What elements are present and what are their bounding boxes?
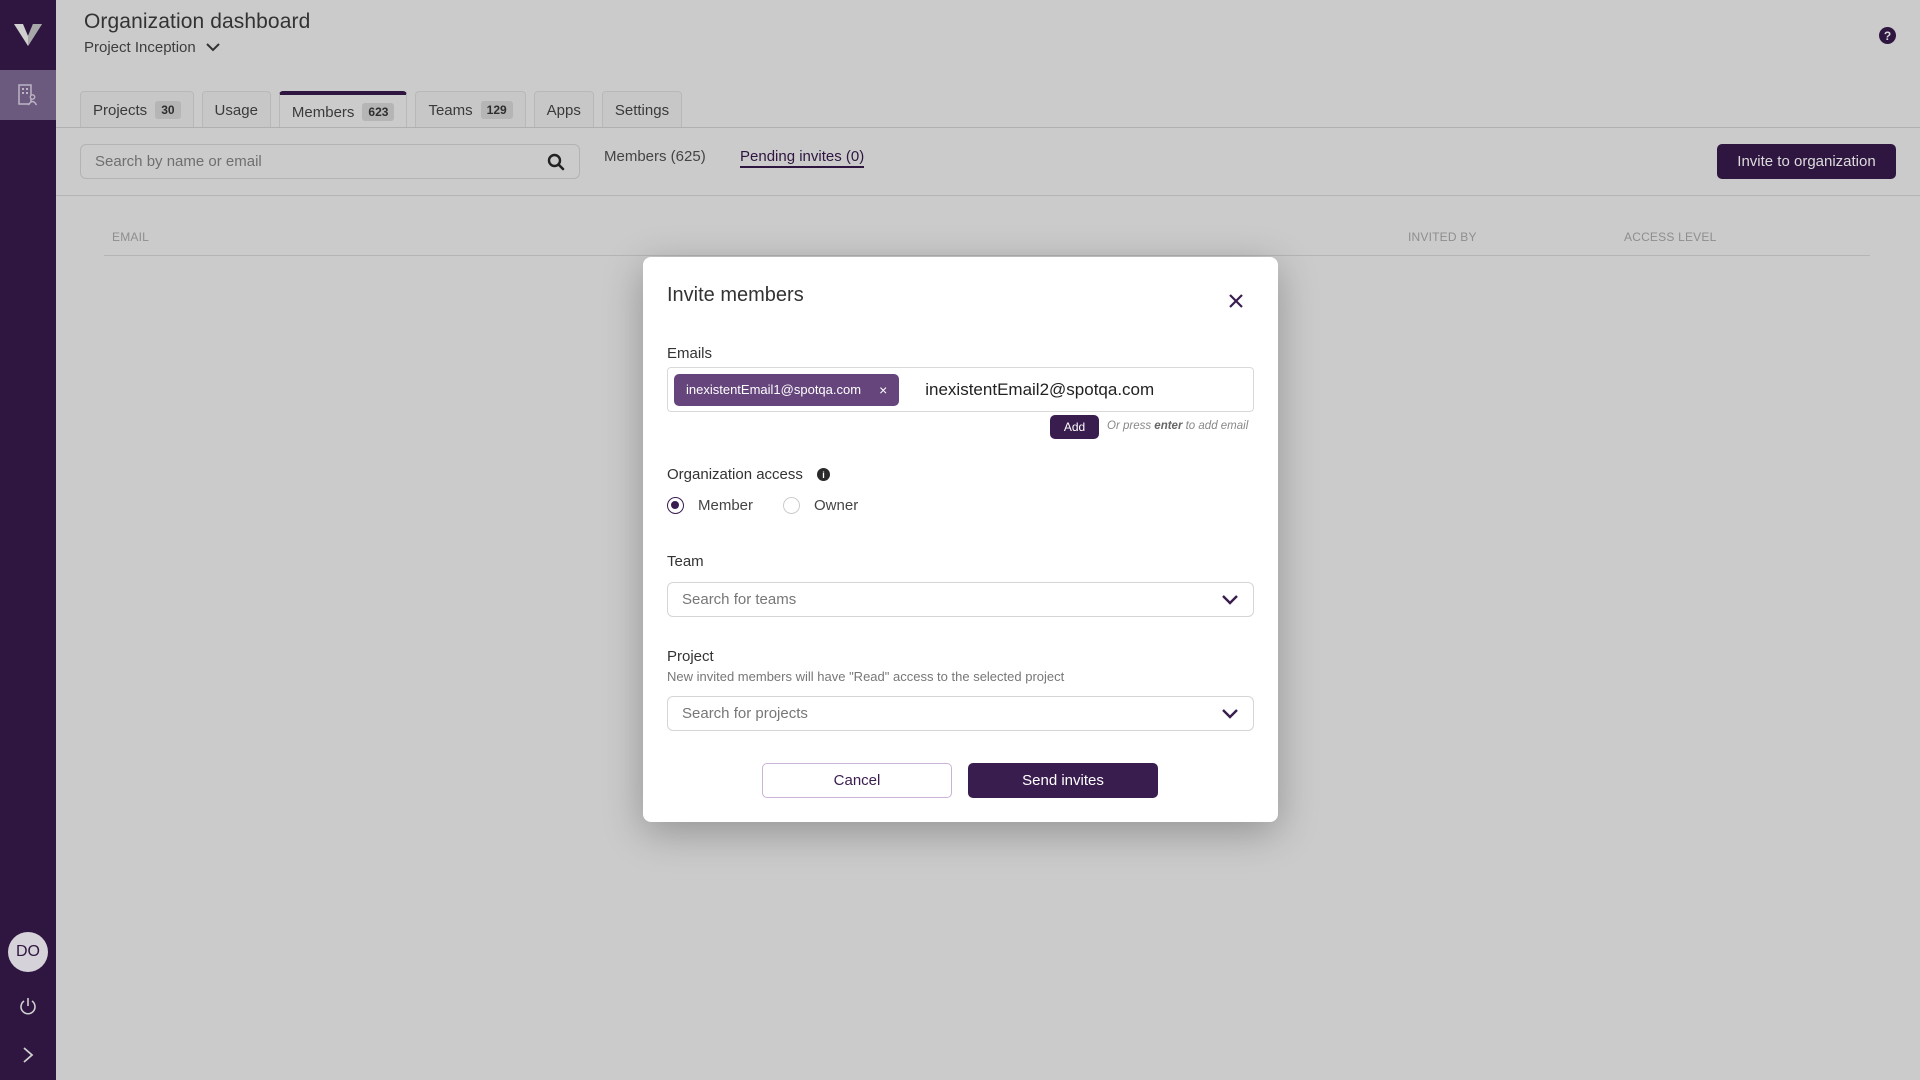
remove-chip-icon[interactable]: × (879, 382, 887, 398)
tab-label: Settings (614, 101, 670, 119)
email-chip-text: inexistentEmail1@spotqa.com (686, 382, 862, 397)
members-toolbar: Members (625) Pending invites (0) Invite… (56, 128, 1920, 196)
help-icon[interactable]: ? (1879, 27, 1896, 44)
organization-icon (18, 84, 38, 106)
team-label: Team (667, 553, 704, 570)
tab-projects[interactable]: Projects 30 (80, 91, 194, 128)
search-box (80, 144, 580, 179)
count-badge: 129 (480, 101, 513, 119)
project-label: Project (667, 648, 714, 665)
table-header-divider (104, 255, 1870, 256)
send-invites-button[interactable]: Send invites (968, 763, 1158, 798)
add-email-button[interactable]: Add (1050, 415, 1099, 439)
close-icon[interactable] (1226, 291, 1246, 311)
column-header-invited-by: INVITED BY (1408, 230, 1477, 244)
invite-to-organization-button[interactable]: Invite to organization (1717, 144, 1896, 179)
tab-settings[interactable]: Settings (601, 91, 683, 128)
project-selector[interactable]: Project Inception (84, 39, 220, 56)
chevron-down-icon (1222, 594, 1238, 605)
radio-owner[interactable] (783, 497, 801, 514)
emails-label: Emails (667, 345, 713, 362)
tab-apps[interactable]: Apps (533, 91, 594, 128)
power-icon[interactable] (18, 996, 38, 1016)
tab-label: Usage (214, 101, 258, 119)
chevron-right-icon[interactable] (20, 1046, 36, 1064)
project-name: Project Inception (84, 39, 196, 56)
hint-key: enter (1154, 420, 1183, 432)
search-icon[interactable] (547, 153, 565, 171)
search-input[interactable] (95, 153, 547, 170)
project-select-placeholder: Search for projects (682, 705, 808, 722)
chevron-down-icon (1222, 708, 1238, 719)
count-badge: 623 (362, 103, 395, 121)
page-title: Organization dashboard (84, 10, 311, 33)
tab-usage[interactable]: Usage (201, 91, 271, 128)
tab-teams[interactable]: Teams 129 (415, 91, 526, 128)
tab-label: Projects (93, 101, 148, 119)
subtab-members[interactable]: Members (625) (604, 148, 706, 165)
tab-members[interactable]: Members 623 (278, 91, 408, 129)
tab-label: Members (291, 103, 355, 121)
hint-prefix: Or press (1107, 420, 1155, 432)
project-select[interactable]: Search for projects (667, 696, 1254, 731)
cancel-button[interactable]: Cancel (762, 763, 952, 798)
radio-member[interactable] (667, 497, 684, 514)
access-radio-group: Member Owner (667, 497, 888, 514)
tab-label: Apps (546, 101, 581, 119)
email-input[interactable] (925, 379, 1226, 400)
team-select-placeholder: Search for teams (682, 591, 797, 608)
email-chip: inexistentEmail1@spotqa.com × (674, 373, 900, 406)
sidebar: DO (0, 0, 56, 1080)
emails-field[interactable]: inexistentEmail1@spotqa.com × (667, 367, 1254, 412)
hint-suffix: to add email (1182, 420, 1249, 432)
subtab-pending-invites[interactable]: Pending invites (0) (740, 148, 865, 168)
tab-label: Teams (428, 101, 473, 119)
radio-member-label[interactable]: Member (698, 497, 753, 514)
invite-members-modal: Invite members Emails inexistentEmail1@s… (643, 257, 1278, 822)
chevron-down-icon (206, 43, 220, 52)
app-logo-icon[interactable] (14, 24, 42, 46)
organization-access-label: Organization access (667, 466, 803, 483)
sidebar-item-organization[interactable] (0, 70, 56, 120)
tab-bar: Projects 30 Usage Members 623 Teams 129 … (80, 90, 690, 129)
column-header-access-level: ACCESS LEVEL (1624, 230, 1717, 244)
avatar[interactable]: DO (8, 932, 48, 972)
radio-owner-label[interactable]: Owner (814, 497, 858, 514)
project-sublabel: New invited members will have "Read" acc… (667, 669, 1065, 684)
add-email-hint: Or press enter to add email (1107, 420, 1248, 432)
team-select[interactable]: Search for teams (667, 582, 1254, 617)
info-icon[interactable]: i (817, 468, 830, 481)
modal-title: Invite members (667, 284, 804, 306)
column-header-email: EMAIL (112, 230, 150, 244)
count-badge: 30 (155, 101, 181, 119)
